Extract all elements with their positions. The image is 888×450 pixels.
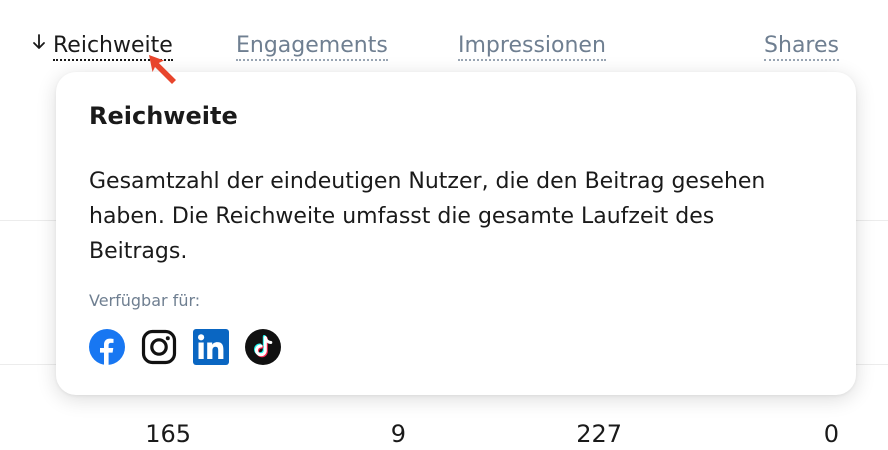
column-header-shares-label: Shares xyxy=(764,33,839,61)
tooltip-available-label: Verfügbar für: xyxy=(89,291,201,310)
tooltip-description: Gesamtzahl der eindeutigen Nutzer, die d… xyxy=(89,169,766,264)
column-header-impressions-label: Impressionen xyxy=(458,33,606,61)
linkedin-icon xyxy=(193,329,229,365)
cell-engagements: 9 xyxy=(390,420,406,448)
cell-impressions: 227 xyxy=(576,420,622,448)
tiktok-icon xyxy=(245,329,281,365)
metric-tooltip: Reichweite Gesamtzahl der eindeutigen Nu… xyxy=(56,72,856,395)
cell-shares: 0 xyxy=(823,420,839,448)
platform-icons xyxy=(89,329,823,365)
column-header-impressions[interactable]: Impressionen xyxy=(458,32,606,61)
mouse-pointer-icon xyxy=(149,55,176,84)
column-header-engagements[interactable]: Engagements xyxy=(236,32,388,61)
table-row: 165 9 227 0 xyxy=(0,418,888,450)
column-header-engagements-label: Engagements xyxy=(236,33,388,61)
table-header: Reichweite Engagements Impressionen Shar… xyxy=(0,30,888,66)
cell-reach: 165 xyxy=(145,420,191,448)
arrow-down-icon xyxy=(31,32,49,60)
facebook-icon xyxy=(89,329,125,365)
tooltip-title: Reichweite xyxy=(89,102,238,130)
column-header-shares[interactable]: Shares xyxy=(764,32,839,61)
instagram-icon xyxy=(141,329,177,365)
